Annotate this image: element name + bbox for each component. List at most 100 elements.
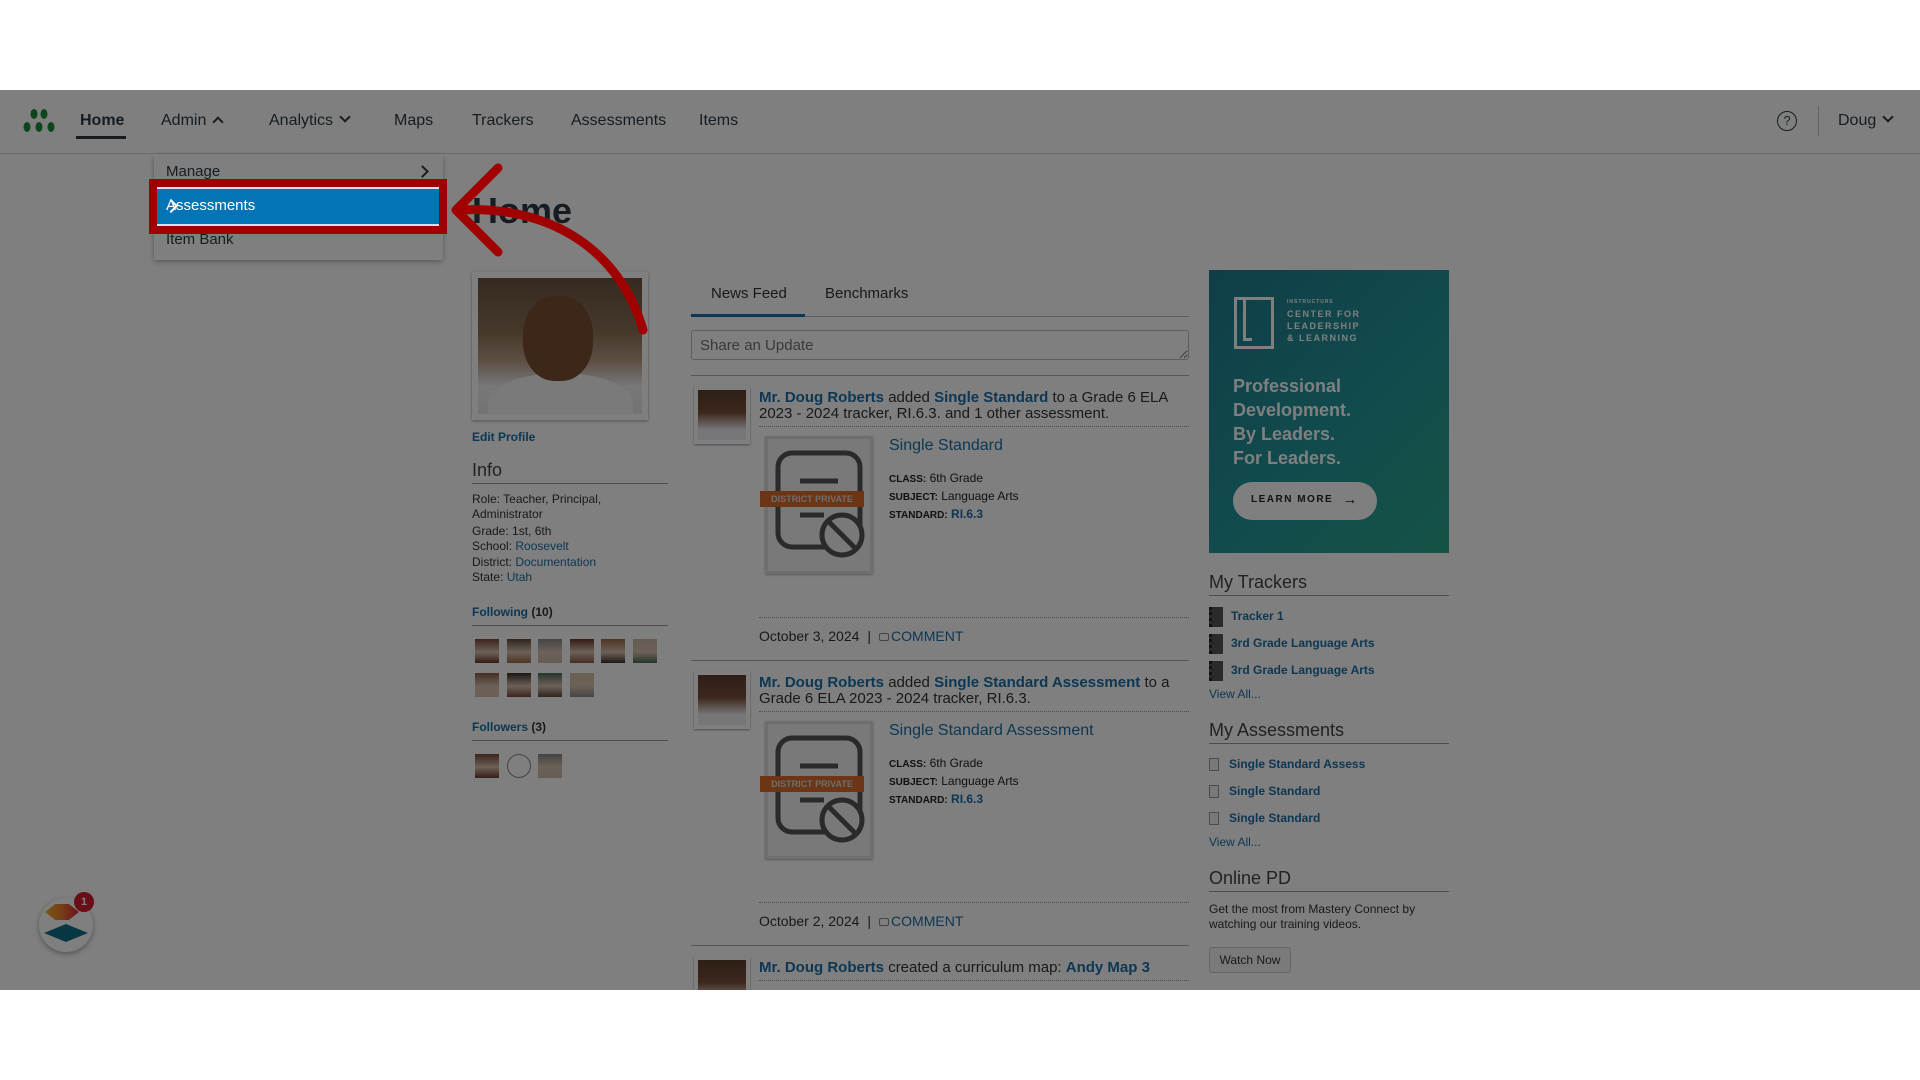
nav-admin[interactable]: Admin <box>161 112 225 130</box>
info-grade: Grade: 1st, 6th <box>472 524 552 538</box>
tab-benchmarks[interactable]: Benchmarks <box>825 285 908 302</box>
standard-link[interactable]: RI.6.3 <box>951 507 983 521</box>
letterbox-bottom <box>0 990 1920 1080</box>
author-link[interactable]: Mr. Doug Roberts <box>759 389 884 406</box>
nav-active-indicator <box>76 136 126 139</box>
divider <box>691 660 1189 661</box>
post-avatar[interactable] <box>694 956 750 990</box>
tracker-item[interactable]: 3rd Grade Language Arts <box>1209 661 1375 681</box>
post-date: October 2, 2024 <box>759 913 860 929</box>
user-avatar-thumb[interactable] <box>538 754 562 778</box>
comment-icon <box>879 918 890 926</box>
help-widget-button[interactable]: 1 <box>39 892 94 952</box>
divider <box>691 375 1189 376</box>
comment-link[interactable]: COMMENT <box>891 628 963 644</box>
chevron-down-icon <box>339 111 351 123</box>
assessment-thumbnail[interactable]: DISTRICT PRIVATE <box>760 721 873 859</box>
user-avatar-thumb[interactable] <box>475 754 499 778</box>
learn-more-button[interactable]: LEARN MORE → <box>1233 482 1377 520</box>
author-link[interactable]: Mr. Doug Roberts <box>759 959 884 976</box>
divider <box>472 740 668 741</box>
watch-now-button[interactable]: Watch Now <box>1209 947 1291 973</box>
tab-active-indicator <box>691 314 805 317</box>
comment-icon <box>879 633 890 641</box>
user-avatar-thumb[interactable] <box>538 673 562 697</box>
divider <box>691 945 1189 946</box>
notification-badge: 1 <box>74 892 94 912</box>
document-icon <box>1209 758 1219 772</box>
following-heading: Following (10) <box>472 605 553 619</box>
nav-trackers[interactable]: Trackers <box>472 112 534 130</box>
assessment-thumbnail[interactable]: DISTRICT PRIVATE <box>760 436 873 574</box>
post-avatar[interactable] <box>694 386 750 444</box>
comment-link[interactable]: COMMENT <box>891 913 963 929</box>
letterbox-top <box>0 0 1920 90</box>
edit-profile-link[interactable]: Edit Profile <box>472 430 535 444</box>
post-footer: October 2, 2024 | COMMENT <box>759 902 1189 929</box>
assessments-view-all-link[interactable]: View All... <box>1209 835 1261 849</box>
post-text: Mr. Doug Roberts added Single Standard A… <box>759 675 1189 712</box>
object-link[interactable]: Single Standard <box>934 389 1048 406</box>
state-link[interactable]: Utah <box>507 570 532 584</box>
district-private-badge: DISTRICT PRIVATE <box>760 776 864 792</box>
school-link[interactable]: Roosevelt <box>515 539 568 553</box>
assessment-item[interactable]: Single Standard <box>1209 811 1320 826</box>
post-avatar[interactable] <box>694 671 750 729</box>
object-link[interactable]: Single Standard Assessment <box>934 674 1140 691</box>
info-heading: Info <box>472 460 668 484</box>
user-avatar-thumb[interactable] <box>569 639 594 663</box>
user-name: Doug <box>1838 112 1877 129</box>
promo-banner[interactable]: INSTRUCTURE CENTER FOR LEADERSHIP & LEAR… <box>1209 270 1449 553</box>
post-text: Mr. Doug Roberts added Single Standard t… <box>759 390 1189 427</box>
card-title[interactable]: Single Standard Assessment <box>889 722 1094 740</box>
district-link[interactable]: Documentation <box>515 555 596 569</box>
annotation-highlight-box <box>149 179 447 234</box>
document-icon <box>1209 812 1219 826</box>
nav-home[interactable]: Home <box>80 112 124 130</box>
nav-divider <box>1818 106 1819 136</box>
ad-brand: INSTRUCTURE CENTER FOR LEADERSHIP & LEAR… <box>1287 299 1361 343</box>
card-title[interactable]: Single Standard <box>889 437 1003 455</box>
online-pd-heading: Online PD <box>1209 868 1449 892</box>
nav-analytics[interactable]: Analytics <box>269 111 351 130</box>
user-avatar-thumb[interactable] <box>506 673 531 697</box>
following-link[interactable]: Following <box>472 605 528 619</box>
author-link[interactable]: Mr. Doug Roberts <box>759 674 884 691</box>
user-avatar-thumb[interactable] <box>475 639 499 663</box>
tracker-icon <box>1209 607 1223 627</box>
card-meta: CLASS: 6th Grade SUBJECT: Language Arts … <box>889 756 1019 806</box>
user-avatar-thumb[interactable] <box>601 639 625 663</box>
mastery-logo-icon[interactable] <box>22 108 58 134</box>
user-menu[interactable]: Doug <box>1838 111 1894 130</box>
followers-link[interactable]: Followers <box>472 720 528 734</box>
nav-items[interactable]: Items <box>699 112 738 130</box>
top-nav: Home Admin Analytics Maps Trackers Asses… <box>0 90 1920 154</box>
assessment-item[interactable]: Single Standard <box>1209 784 1320 799</box>
chevron-down-icon <box>1882 111 1894 123</box>
user-avatar-thumb[interactable] <box>506 639 531 663</box>
tracker-icon <box>1209 661 1223 681</box>
share-update-input[interactable] <box>691 330 1189 360</box>
tracker-icon <box>1209 634 1223 654</box>
nav-maps[interactable]: Maps <box>394 112 433 130</box>
standard-link[interactable]: RI.6.3 <box>951 792 983 806</box>
default-avatar-icon[interactable] <box>506 754 531 778</box>
ad-headline: Professional Development. By Leaders. Fo… <box>1233 376 1352 468</box>
followers-heading: Followers (3) <box>472 720 547 734</box>
user-avatar-thumb[interactable] <box>538 639 562 663</box>
tab-news-feed[interactable]: News Feed <box>711 285 787 302</box>
assessment-item[interactable]: Single Standard Assess <box>1209 757 1365 772</box>
user-avatar-thumb[interactable] <box>632 639 657 663</box>
divider <box>472 625 668 626</box>
post-text: Mr. Doug Roberts created a curriculum ma… <box>759 960 1189 981</box>
object-link[interactable]: Andy Map 3 <box>1066 959 1150 976</box>
user-avatar-thumb[interactable] <box>569 673 594 697</box>
tracker-item[interactable]: Tracker 1 <box>1209 607 1284 627</box>
user-avatar-thumb[interactable] <box>475 673 499 697</box>
nav-assessments[interactable]: Assessments <box>571 112 666 130</box>
help-icon[interactable]: ? <box>1777 111 1797 131</box>
info-district: District: Documentation <box>472 555 597 569</box>
chevron-right-icon <box>416 165 429 178</box>
tracker-item[interactable]: 3rd Grade Language Arts <box>1209 634 1375 654</box>
trackers-view-all-link[interactable]: View All... <box>1209 687 1261 701</box>
